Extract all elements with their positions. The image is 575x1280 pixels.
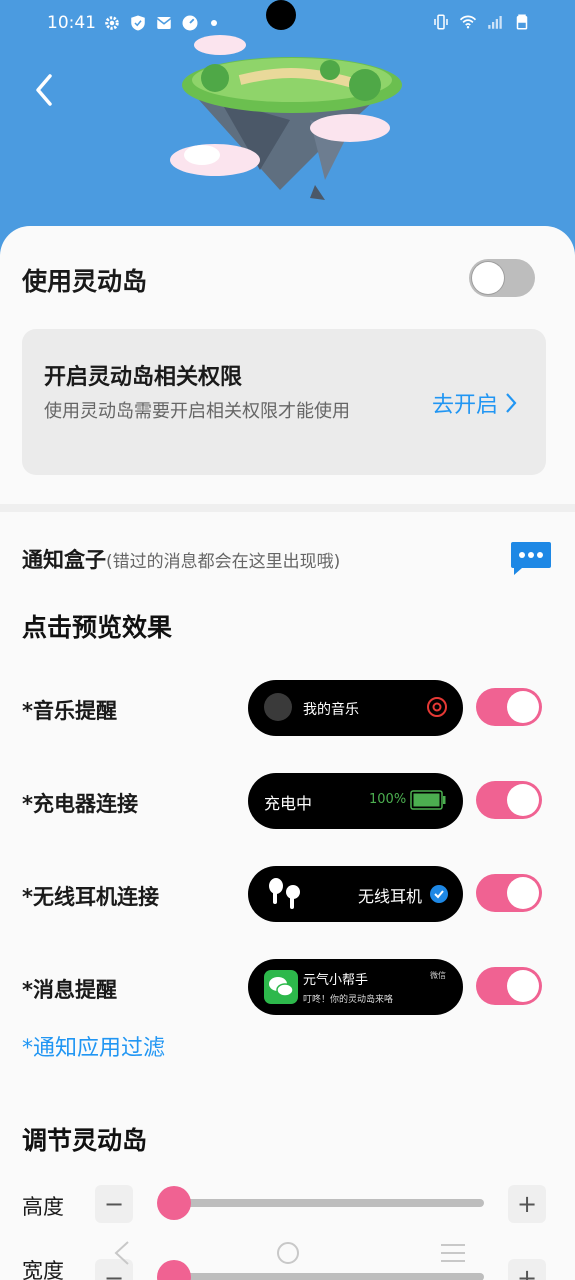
system-navigation-bar: [0, 1228, 575, 1280]
nav-back-icon[interactable]: [112, 1240, 132, 1266]
status-time: 10:41: [47, 13, 96, 33]
section-divider: [0, 504, 575, 512]
app-filter-link[interactable]: *通知应用过滤: [22, 1030, 165, 1062]
message-app-tag: 微信: [430, 971, 446, 980]
notification-box-subtitle: (错过的消息都会在这里出现哦): [106, 552, 341, 572]
music-title: 我的音乐: [303, 702, 359, 718]
toggle-knob: [507, 877, 539, 909]
message-sender: 元气小帮手: [303, 973, 369, 988]
netease-music-icon: [427, 697, 447, 717]
earbuds-connect-toggle[interactable]: [476, 874, 542, 912]
signal-icon: [488, 16, 502, 29]
toggle-knob: [472, 262, 504, 294]
message-preview-text: 叮咚！你的灵动岛来咯: [303, 995, 394, 1005]
nav-recents-icon[interactable]: [440, 1242, 466, 1264]
camera-cutout: [266, 0, 296, 30]
earbuds-icon: [269, 878, 300, 909]
back-chevron-icon[interactable]: [26, 70, 62, 110]
permission-title: 开启灵动岛相关权限: [44, 365, 243, 390]
chevron-right-icon: [506, 393, 517, 413]
toggle-knob: [507, 970, 539, 1002]
charger-connect-label: *充电器连接: [22, 792, 138, 816]
settings-sheet: 使用灵动岛 开启灵动岛相关权限 使用灵动岛需要开启相关权限才能使用 去开启 通知…: [0, 226, 575, 1280]
status-system-icons: [432, 13, 531, 31]
nav-home-icon[interactable]: [275, 1240, 301, 1266]
music-preview-pill[interactable]: 我的音乐: [248, 680, 463, 736]
battery-percent: 100%: [369, 792, 407, 807]
earbuds-connect-label: *无线耳机连接: [22, 885, 159, 909]
wifi-icon: [459, 15, 477, 29]
preview-section-title: 点击预览效果: [22, 613, 173, 642]
earbuds-text: 无线耳机: [358, 887, 423, 906]
adjust-section-title: 调节灵动岛: [22, 1126, 148, 1155]
toggle-knob: [507, 691, 539, 723]
verified-check-icon: [430, 885, 448, 903]
charger-connect-toggle[interactable]: [476, 781, 542, 819]
message-reminder-toggle[interactable]: [476, 967, 542, 1005]
battery-icon: [516, 14, 528, 30]
height-label: 高度: [22, 1195, 64, 1219]
message-preview-pill[interactable]: 元气小帮手 叮咚！你的灵动岛来咯 微信: [248, 959, 463, 1015]
gear-icon: [105, 16, 119, 30]
message-reminder-label: *消息提醒: [22, 978, 117, 1002]
message-bubble-icon[interactable]: [510, 540, 552, 576]
permission-description: 使用灵动岛需要开启相关权限才能使用: [44, 401, 350, 422]
notification-box-title[interactable]: 通知盒子(错过的消息都会在这里出现哦): [22, 544, 340, 574]
battery-full-icon: [410, 790, 446, 810]
height-increase-button[interactable]: +: [508, 1185, 546, 1223]
permission-card[interactable]: 开启灵动岛相关权限 使用灵动岛需要开启相关权限才能使用 去开启: [22, 329, 546, 475]
earbuds-preview-pill[interactable]: 无线耳机: [248, 866, 463, 922]
enable-permission-button[interactable]: 去开启: [432, 387, 518, 419]
shield-icon: [131, 15, 145, 31]
music-reminder-toggle[interactable]: [476, 688, 542, 726]
vibrate-icon: [434, 14, 448, 30]
use-island-label: 使用灵动岛: [22, 267, 148, 296]
charger-preview-pill[interactable]: 充电中 100%: [248, 773, 463, 829]
wechat-icon: [264, 970, 298, 1004]
notification-box-label: 通知盒子: [22, 548, 106, 572]
music-reminder-label: *音乐提醒: [22, 699, 117, 723]
height-decrease-button[interactable]: −: [95, 1185, 133, 1223]
height-slider-thumb[interactable]: [157, 1186, 191, 1220]
enable-permission-label: 去开启: [431, 393, 498, 418]
use-island-toggle[interactable]: [469, 259, 535, 297]
height-slider-track[interactable]: [160, 1199, 484, 1207]
more-notifications-dot: [211, 20, 217, 26]
album-cover-avatar: [264, 693, 292, 721]
charging-text: 充电中: [264, 794, 313, 813]
floating-island-illustration: [170, 35, 402, 200]
toggle-knob: [507, 784, 539, 816]
